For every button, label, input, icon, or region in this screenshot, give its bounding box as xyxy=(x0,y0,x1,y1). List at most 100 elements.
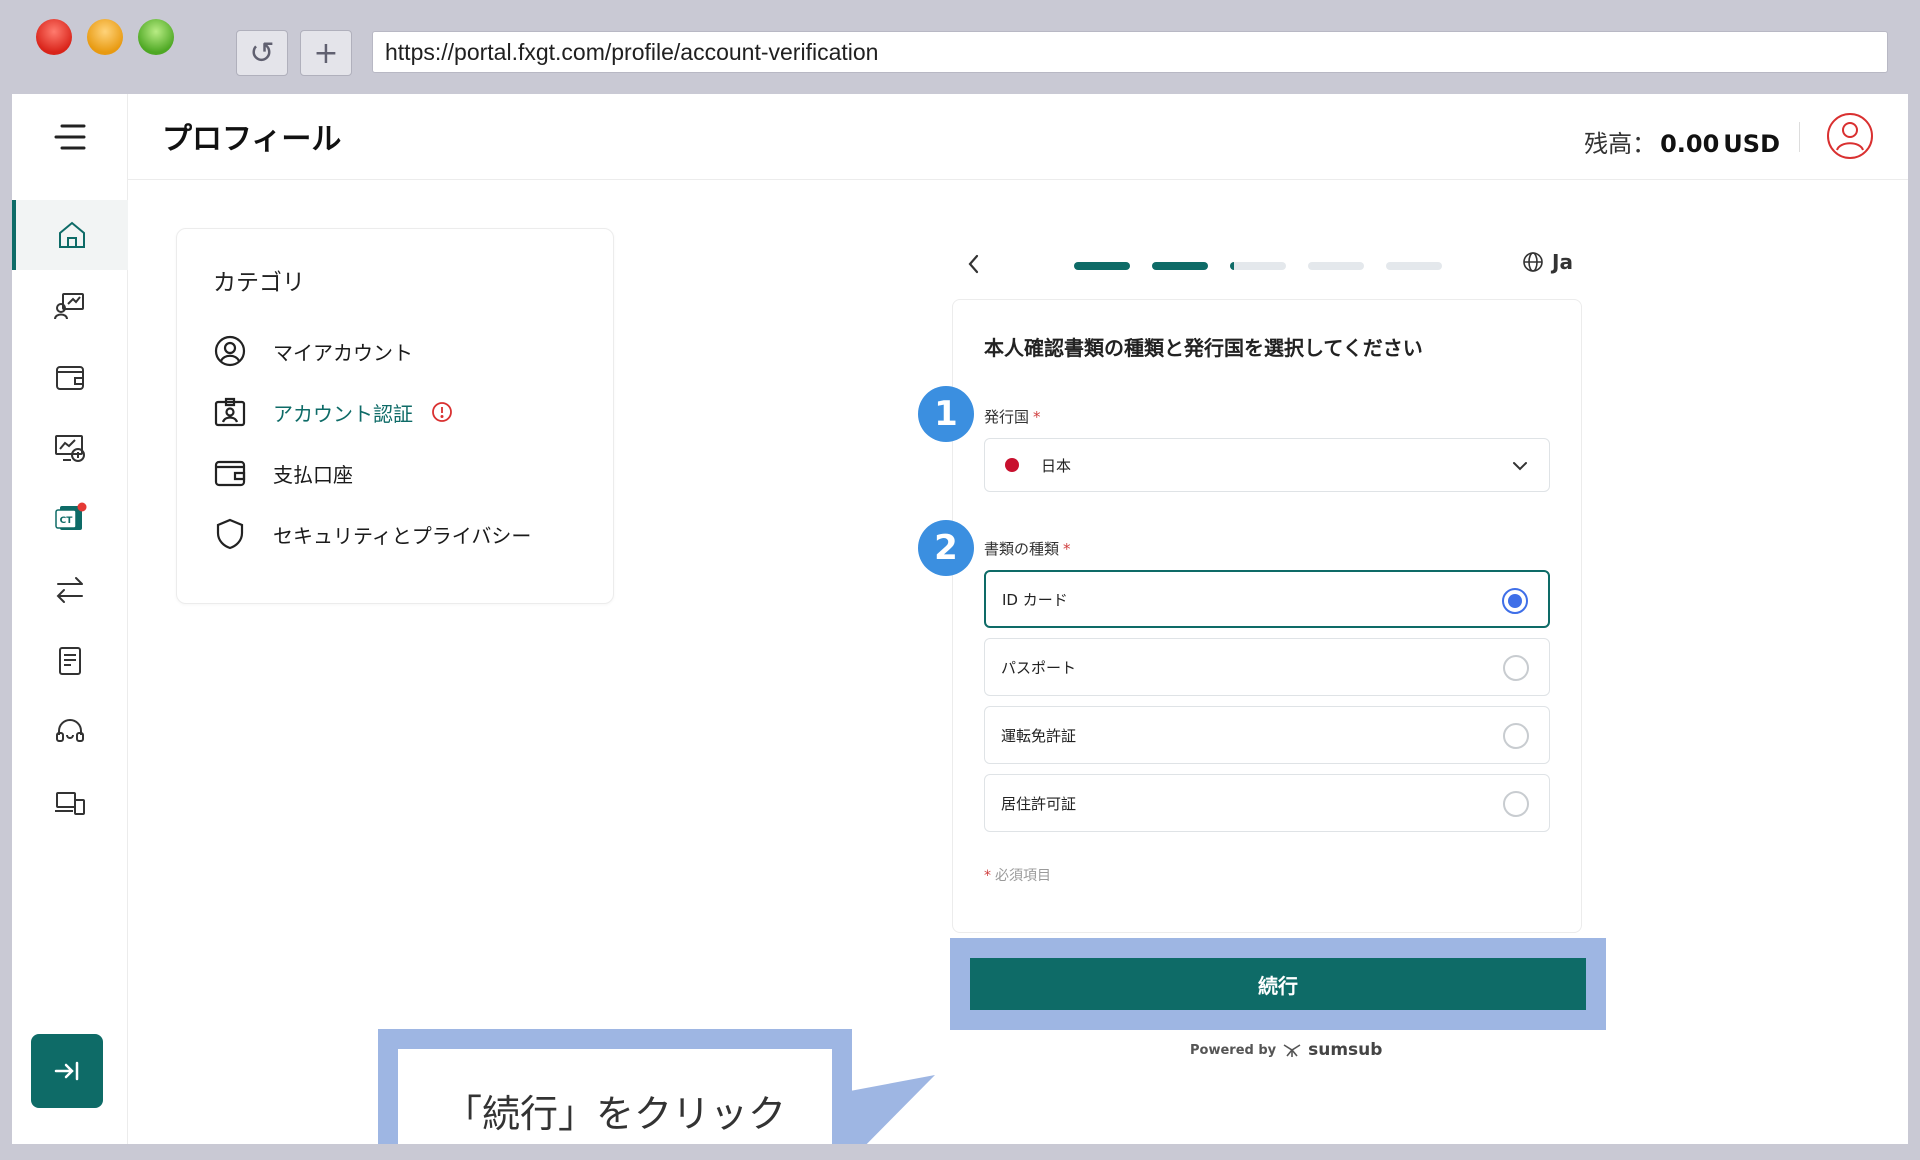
category-card: カテゴリ マイアカウント アカウント認証 支払口座 セキュリティとプライバシー xyxy=(176,228,614,604)
country-value: 日本 xyxy=(1041,456,1072,475)
svg-text:CT: CT xyxy=(60,516,74,526)
progress-step xyxy=(1308,262,1364,270)
category-account-verification[interactable]: アカウント認証 xyxy=(213,394,453,430)
category-security[interactable]: セキュリティとプライバシー xyxy=(213,516,531,552)
sumsub-logo-icon xyxy=(1283,1044,1301,1057)
doctype-label: 書類の種類 * xyxy=(984,538,1071,559)
nav-devices[interactable] xyxy=(12,768,128,838)
progress-step-fill xyxy=(1152,262,1208,270)
nav-ct[interactable]: CT xyxy=(12,484,128,554)
trade-account-icon xyxy=(54,293,84,320)
balance-label: 残高： xyxy=(1584,130,1657,158)
minimize-window-button[interactable] xyxy=(87,19,123,55)
callout-text: 「続行」をクリック xyxy=(398,1049,832,1144)
devices-icon xyxy=(55,792,85,815)
verification-topbar: Ja xyxy=(962,244,1573,284)
transfer-icon xyxy=(56,577,83,603)
plus-icon: + xyxy=(313,35,339,71)
step-badge-2: 2 xyxy=(918,520,974,576)
required-star: * xyxy=(1063,540,1071,558)
nav-home[interactable] xyxy=(12,200,128,270)
doc-option-id-card[interactable]: ID カード xyxy=(984,570,1550,628)
progress-step-fill xyxy=(1230,262,1235,270)
progress-step-fill xyxy=(1074,262,1130,270)
header-divider xyxy=(1799,122,1800,152)
radio-unselected[interactable] xyxy=(1503,791,1529,817)
option-label: ID カード xyxy=(1002,590,1068,609)
sidebar-collapse-button[interactable] xyxy=(31,1034,103,1108)
user-circle-icon xyxy=(214,335,246,367)
radio-unselected[interactable] xyxy=(1503,655,1529,681)
investment-icon xyxy=(55,435,85,462)
progress-step xyxy=(1074,262,1130,270)
required-star: * xyxy=(1033,408,1041,426)
address-bar[interactable]: https://portal.fxgt.com/profile/account-… xyxy=(372,31,1888,73)
country-label: 発行国 * xyxy=(984,406,1041,427)
page-title: プロフィール xyxy=(162,122,342,157)
close-window-button[interactable] xyxy=(36,19,72,55)
progress-step xyxy=(1152,262,1208,270)
step-badge-1: 1 xyxy=(918,386,974,442)
menu-toggle-icon[interactable] xyxy=(54,122,86,152)
category-payment-account[interactable]: 支払口座 xyxy=(213,455,353,491)
country-label-text: 発行国 xyxy=(984,408,1030,426)
wallet-icon xyxy=(56,366,84,390)
id-badge-icon xyxy=(214,397,246,427)
doc-option-drivers-license[interactable]: 運転免許証 xyxy=(984,706,1550,764)
ct-icon: CT xyxy=(55,502,87,530)
shield-icon xyxy=(216,518,244,550)
option-label: 居住許可証 xyxy=(1001,794,1077,813)
required-star: * xyxy=(984,868,991,884)
sidebar: CT xyxy=(12,94,128,1144)
language-label: Ja xyxy=(1552,250,1573,274)
reload-icon: ↺ xyxy=(249,35,275,71)
required-note: * 必須項目 xyxy=(984,865,1051,885)
country-select[interactable]: 日本 xyxy=(984,438,1550,492)
nav-transfer[interactable] xyxy=(12,555,128,625)
category-my-account[interactable]: マイアカウント xyxy=(213,333,413,369)
user-avatar-icon[interactable] xyxy=(1826,112,1874,160)
required-note-text: 必須項目 xyxy=(995,868,1051,884)
chevron-down-icon xyxy=(1513,462,1527,471)
callout-pointer xyxy=(850,1075,935,1144)
nav-documents[interactable] xyxy=(12,626,128,696)
radio-selected[interactable] xyxy=(1502,588,1528,614)
continue-button[interactable]: 続行 xyxy=(970,958,1586,1010)
category-label: マイアカウント xyxy=(273,340,413,365)
category-label: 支払口座 xyxy=(273,462,353,487)
doc-option-residence-permit[interactable]: 居住許可証 xyxy=(984,774,1550,832)
wallet-icon xyxy=(214,460,246,487)
category-label: アカウント認証 xyxy=(273,401,413,426)
back-icon[interactable] xyxy=(962,250,986,278)
collapse-icon xyxy=(54,1061,79,1081)
doctype-label-text: 書類の種類 xyxy=(984,540,1060,558)
option-label: パスポート xyxy=(1001,658,1077,677)
instruction-callout: 「続行」をクリック xyxy=(378,1029,852,1144)
doc-option-passport[interactable]: パスポート xyxy=(984,638,1550,696)
reload-button[interactable]: ↺ xyxy=(236,30,288,76)
nav-trade-accounts[interactable] xyxy=(12,271,128,341)
document-icon xyxy=(59,647,81,675)
verification-form: 本人確認書類の種類と発行国を選択してください 発行国 * 日本 書類の種類 * ID… xyxy=(952,299,1582,933)
balance-display: 残高： 0.00 USD xyxy=(1584,124,1780,159)
powered-by: Powered by sumsub xyxy=(1190,1040,1382,1060)
category-label: セキュリティとプライバシー xyxy=(273,523,532,548)
app-window: CT プロフィール 残高： 0.00 USD カテゴリ マイアカウント アカウン… xyxy=(12,94,1908,1144)
top-header: プロフィール 残高： 0.00 USD xyxy=(128,94,1908,180)
progress-step xyxy=(1386,262,1442,270)
support-icon xyxy=(56,719,84,742)
nav-wallet[interactable] xyxy=(12,342,128,412)
japan-flag-icon xyxy=(1005,458,1019,472)
radio-unselected[interactable] xyxy=(1503,723,1529,749)
new-tab-button[interactable]: + xyxy=(300,30,352,76)
maximize-window-button[interactable] xyxy=(138,19,174,55)
home-icon xyxy=(59,221,85,248)
powered-by-label: Powered by xyxy=(1190,1042,1277,1058)
balance-amount: 0.00 xyxy=(1660,130,1720,158)
nav-support[interactable] xyxy=(12,697,128,767)
progress-step xyxy=(1230,262,1286,270)
nav-investment[interactable] xyxy=(12,413,128,483)
warning-icon xyxy=(432,402,452,422)
language-selector[interactable]: Ja xyxy=(1522,250,1573,274)
sumsub-brand: sumsub xyxy=(1308,1040,1383,1060)
